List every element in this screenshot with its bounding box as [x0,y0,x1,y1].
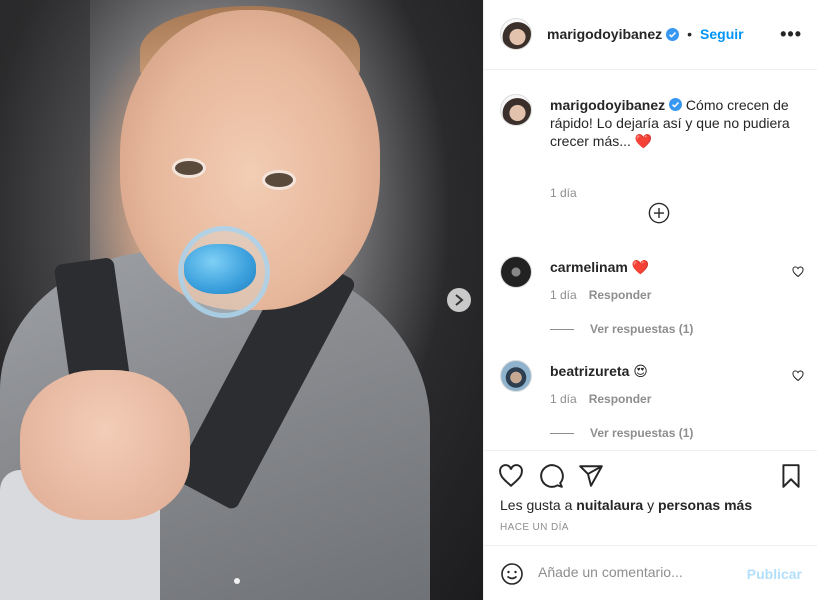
commenter-username[interactable]: carmelinam [550,259,628,275]
emoji-smiley-icon[interactable] [500,562,524,586]
author-avatar[interactable] [500,18,532,50]
chevron-right-icon [455,294,464,306]
baby-eye [172,158,206,178]
verified-badge-icon [669,98,683,111]
comment-text: 😍 [633,363,648,379]
next-photo-button[interactable] [447,288,471,312]
comment-bubble-icon[interactable] [538,463,564,489]
save-bookmark-icon[interactable] [778,463,804,489]
share-direct-icon[interactable] [578,463,604,489]
add-comment-bar: Publicar [484,545,817,600]
load-more-comments-icon[interactable] [648,202,670,224]
post-sidebar: marigodoyibanez • Seguir ••• marigodoyib… [483,0,817,600]
comment-input[interactable] [538,564,738,580]
reply-button[interactable]: Responder [589,392,652,406]
verified-badge-icon [666,27,680,41]
author-username[interactable]: marigodoyibanez [547,26,662,42]
baby-eye [262,170,296,190]
liker-username[interactable]: nuitalaura [576,497,643,513]
likes-prefix: Les gusta a [500,497,573,513]
like-comment-heart-icon[interactable] [792,370,804,382]
view-replies-label: Ver respuestas (1) [590,426,694,440]
author-avatar[interactable] [500,94,532,126]
replies-divider-line [550,328,574,330]
post-photo[interactable] [0,0,483,600]
commenter-avatar[interactable] [500,360,532,392]
carousel-indicator [234,578,240,584]
pacifier [184,244,256,294]
replies-divider-line [550,432,574,434]
commenter-username[interactable]: beatrizureta [550,363,629,379]
view-replies-button[interactable]: Ver respuestas (1) [550,426,693,440]
likes-summary: Les gusta a nuitalaura y personas más [500,497,752,513]
caption-timestamp[interactable]: 1 día [550,186,577,200]
post-header: marigodoyibanez • Seguir ••• [484,0,817,70]
more-options-icon[interactable]: ••• [780,24,802,45]
comment-timestamp[interactable]: 1 día [550,392,577,406]
publish-button[interactable]: Publicar [747,566,802,582]
separator-dot: • [687,26,693,42]
caption-username[interactable]: marigodoyibanez [550,97,665,113]
reply-button[interactable]: Responder [589,288,652,302]
like-comment-heart-icon[interactable] [792,266,804,278]
comments-section: marigodoyibanez Cómo crecen de rápido! L… [484,70,817,450]
likes-others-link[interactable]: personas más [658,497,752,513]
view-replies-button[interactable]: Ver respuestas (1) [550,322,693,336]
like-heart-icon[interactable] [498,463,524,489]
comment-text: ❤️ [631,259,650,275]
post-timestamp[interactable]: HACE UN DÍA [500,522,569,533]
likes-connector: y [647,497,655,513]
follow-button[interactable]: Seguir [700,26,744,42]
baby-hand [20,370,190,520]
view-replies-label: Ver respuestas (1) [590,322,694,336]
post-actions: Les gusta a nuitalaura y personas más HA… [484,450,817,545]
commenter-avatar[interactable] [500,256,532,288]
comment-timestamp[interactable]: 1 día [550,288,577,302]
